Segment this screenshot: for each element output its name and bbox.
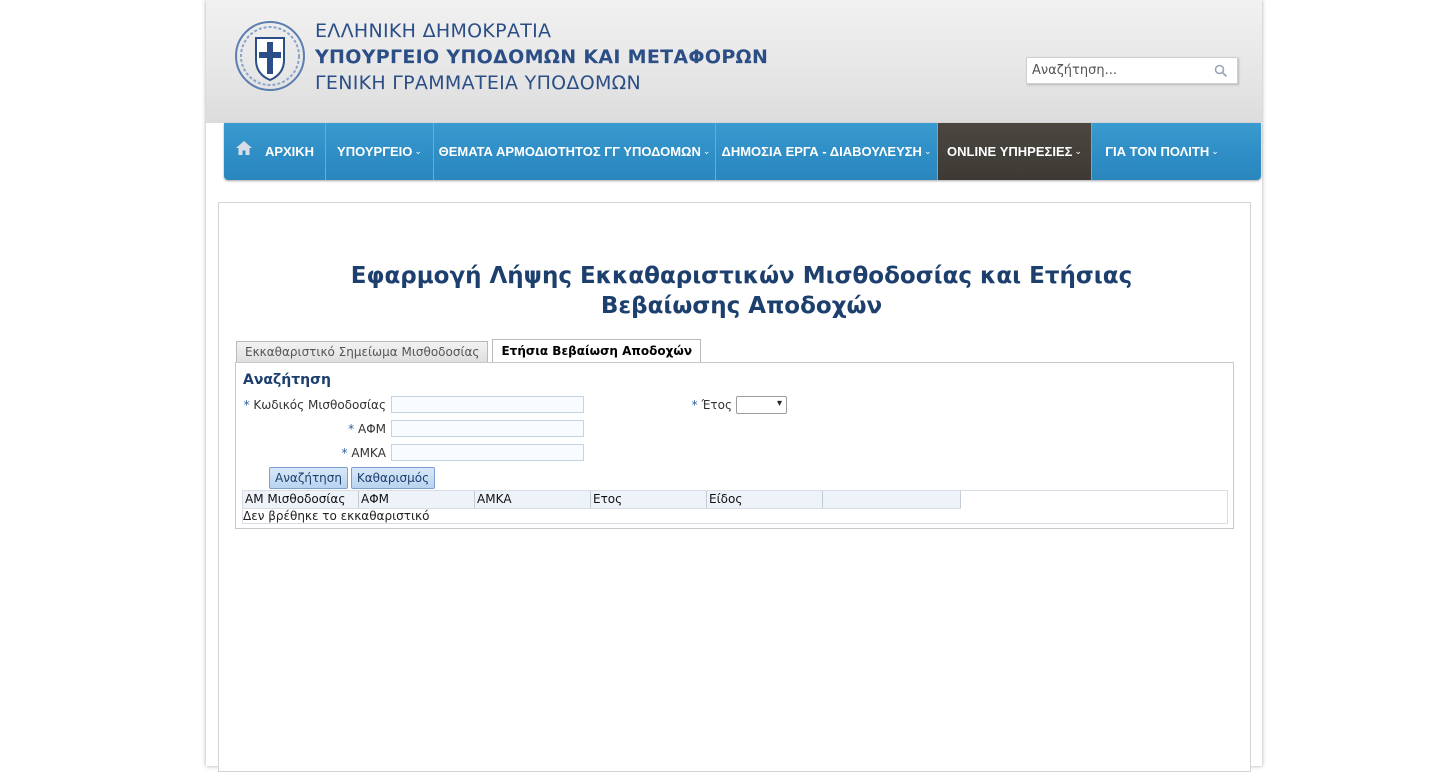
column-header-blank	[823, 491, 961, 508]
site-header: ΕΛΛΗΝΙΚΗ ΔΗΜΟΚΡΑΤΙΑ ΥΠΟΥΡΓΕΙΟ ΥΠΟΔΟΜΩΝ Κ…	[206, 0, 1262, 123]
greek-emblem-icon	[235, 21, 305, 91]
required-mark: *	[348, 422, 355, 436]
column-header-amka[interactable]: ΑΜΚΑ	[475, 491, 591, 508]
column-header-payroll-am[interactable]: ΑΜ Μισθοδοσίας	[243, 491, 359, 508]
results-table: ΑΜ Μισθοδοσίας ΑΦΜ ΑΜΚΑ Ετος Είδος Δεν β…	[242, 490, 1228, 524]
tab-bar: Εκκαθαριστικό Σημείωμα Μισθοδοσίας Ετήσι…	[236, 339, 705, 363]
nav-item-ministry[interactable]: ΥΠΟΥΡΓΕΙΟ ⌄	[326, 123, 434, 180]
required-mark: *	[691, 398, 698, 412]
clear-button[interactable]: Καθαρισμός	[351, 467, 435, 489]
nav-item-home[interactable]: ΑΡΧΙΚΗ	[224, 123, 326, 180]
afm-label-text: ΑΦΜ	[357, 422, 386, 436]
main-nav: ΑΡΧΙΚΗ ΥΠΟΥΡΓΕΙΟ ⌄ ΘΕΜΑΤΑ ΑΡΜΟΔΙΟΤΗΤΟΣ ΓΓ…	[224, 123, 1261, 180]
header-line-ministry: ΥΠΟΥΡΓΕΙΟ ΥΠΟΔΟΜΩΝ ΚΑΙ ΜΕΤΑΦΟΡΩΝ	[315, 46, 769, 68]
payroll-code-label: * Κωδικός Μισθοδοσίας	[244, 398, 386, 412]
chevron-down-icon: ⌄	[1074, 146, 1082, 156]
year-select[interactable]: ▾	[736, 396, 787, 414]
nav-item-for-citizen[interactable]: ΓΙΑ ΤΟΝ ΠΟΛΙΤΗ ⌄	[1092, 123, 1232, 180]
nav-item-label: ΘΕΜΑΤΑ ΑΡΜΟΔΙΟΤΗΤΟΣ ΓΓ ΥΠΟΔΟΜΩΝ	[438, 144, 701, 159]
header-line-republic: ΕΛΛΗΝΙΚΗ ΔΗΜΟΚΡΑΤΙΑ	[315, 20, 552, 42]
search-button[interactable]: Αναζήτηση	[269, 467, 348, 489]
column-header-type[interactable]: Είδος	[707, 491, 823, 508]
tab-annual-income-certificate[interactable]: Ετήσια Βεβαίωση Αποδοχών	[492, 339, 701, 363]
amka-label: * ΑΜΚΑ	[342, 446, 386, 460]
nav-item-label: ΓΙΑ ΤΟΝ ΠΟΛΙΤΗ	[1105, 144, 1210, 159]
chevron-down-icon: ⌄	[702, 146, 711, 156]
required-mark: *	[341, 446, 348, 460]
results-header-row: ΑΜ Μισθοδοσίας ΑΦΜ ΑΜΚΑ Ετος Είδος	[243, 491, 961, 509]
page-title: Εφαρμογή Λήψης Εκκαθαριστικών Μισθοδοσία…	[350, 263, 1133, 319]
column-header-afm[interactable]: ΑΦΜ	[359, 491, 475, 508]
nav-item-label: ΥΠΟΥΡΓΕΙΟ	[337, 144, 413, 159]
nav-item-label: ΑΡΧΙΚΗ	[264, 144, 315, 159]
site-search	[1026, 57, 1238, 84]
page-container: ΕΛΛΗΝΙΚΗ ΔΗΜΟΚΡΑΤΙΑ ΥΠΟΥΡΓΕΙΟ ΥΠΟΔΟΜΩΝ Κ…	[206, 0, 1262, 772]
payroll-code-label-text: Κωδικός Μισθοδοσίας	[253, 398, 386, 412]
nav-item-competence-topics[interactable]: ΘΕΜΑΤΑ ΑΡΜΟΔΙΟΤΗΤΟΣ ΓΓ ΥΠΟΔΟΜΩΝ ⌄	[434, 123, 716, 180]
chevron-down-icon: ⌄	[1211, 146, 1219, 156]
chevron-down-icon: ⌄	[923, 146, 932, 156]
column-header-year[interactable]: Ετος	[591, 491, 707, 508]
required-mark: *	[243, 398, 250, 412]
afm-input[interactable]	[391, 420, 584, 437]
site-search-input[interactable]	[1027, 58, 1212, 83]
tab-payroll-statement[interactable]: Εκκαθαριστικό Σημείωμα Μισθοδοσίας	[236, 341, 489, 363]
year-label-text: Έτος	[701, 398, 732, 412]
payroll-code-input[interactable]	[391, 396, 584, 413]
afm-label: * ΑΦΜ	[348, 422, 386, 436]
ministry-name: ΕΛΛΗΝΙΚΗ ΔΗΜΟΚΡΑΤΙΑ ΥΠΟΥΡΓΕΙΟ ΥΠΟΔΟΜΩΝ Κ…	[315, 18, 768, 96]
search-section-title: Αναζήτηση	[243, 372, 331, 388]
nav-item-online-services[interactable]: ONLINE ΥΠΗΡΕΣΙΕΣ ⌄	[938, 123, 1092, 180]
chevron-down-icon: ▾	[776, 398, 782, 409]
year-label: * Έτος	[692, 398, 732, 412]
amka-label-text: ΑΜΚΑ	[351, 446, 386, 460]
search-icon[interactable]	[1214, 64, 1228, 78]
nav-item-label: ΔΗΜΟΣΙΑ ΕΡΓΑ - ΔΙΑΒΟΥΛΕΥΣΗ	[721, 144, 922, 159]
home-icon	[235, 140, 252, 155]
content-panel: Εφαρμογή Λήψης Εκκαθαριστικών Μισθοδοσία…	[218, 202, 1251, 772]
header-line-secretariat: ΓΕΝΙΚΗ ΓΡΑΜΜΑΤΕΙΑ ΥΠΟΔΟΜΩΝ	[315, 72, 641, 94]
amka-input[interactable]	[391, 444, 584, 461]
nav-item-public-works[interactable]: ΔΗΜΟΣΙΑ ΕΡΓΑ - ΔΙΑΒΟΥΛΕΥΣΗ ⌄	[716, 123, 938, 180]
chevron-down-icon: ⌄	[414, 146, 422, 156]
nav-item-label: ONLINE ΥΠΗΡΕΣΙΕΣ	[947, 144, 1073, 159]
no-results-message: Δεν βρέθηκε το εκκαθαριστικό	[243, 509, 430, 523]
tab-panel: Αναζήτηση * Κωδικός Μισθοδοσίας * Έτος ▾…	[235, 362, 1234, 529]
